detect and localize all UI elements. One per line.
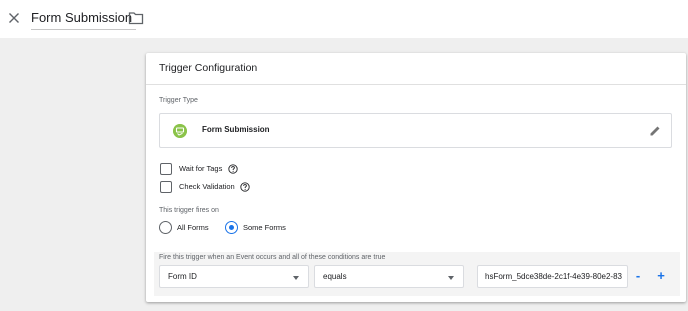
wait-for-tags-label: Wait for Tags — [179, 164, 223, 173]
variable-select[interactable]: Form ID — [159, 265, 309, 288]
trigger-type-selector[interactable]: Form Submission — [159, 113, 672, 148]
variable-select-value: Form ID — [168, 272, 197, 281]
trigger-configuration-card: Trigger Configuration Trigger Type Form … — [146, 53, 686, 302]
trigger-type-label: Trigger Type — [159, 97, 198, 104]
help-icon[interactable] — [228, 164, 238, 174]
some-forms-label: Some Forms — [243, 223, 286, 232]
operator-select-value: equals — [323, 272, 347, 281]
chevron-down-icon — [448, 276, 454, 280]
check-validation-checkbox[interactable] — [160, 181, 172, 193]
fires-on-label: This trigger fires on — [159, 207, 219, 214]
all-forms-radio[interactable] — [159, 221, 172, 234]
condition-value-input[interactable] — [478, 266, 627, 287]
condition-label: Fire this trigger when an Event occurs a… — [159, 254, 386, 261]
condition-section: Fire this trigger when an Event occurs a… — [154, 252, 680, 296]
pencil-icon[interactable] — [649, 125, 661, 137]
add-condition-button[interactable]: + — [653, 267, 669, 285]
remove-condition-button[interactable]: - — [630, 267, 646, 285]
check-validation-option[interactable]: Check Validation — [160, 181, 260, 195]
operator-select[interactable]: equals — [314, 265, 464, 288]
condition-value-field[interactable] — [477, 265, 628, 288]
card-header: Trigger Configuration — [146, 53, 686, 85]
some-forms-option[interactable]: Some Forms — [225, 221, 295, 235]
some-forms-radio[interactable] — [225, 221, 238, 234]
page-title[interactable]: Form Submission — [31, 10, 132, 25]
chevron-down-icon — [293, 276, 299, 280]
wait-for-tags-checkbox[interactable] — [160, 163, 172, 175]
title-field[interactable]: Form Submission — [31, 7, 137, 30]
top-bar: Form Submission — [0, 0, 688, 38]
folder-icon[interactable] — [128, 11, 144, 25]
card-title: Trigger Configuration — [159, 62, 258, 74]
trigger-type-name: Form Submission — [202, 125, 270, 134]
check-validation-label: Check Validation — [179, 182, 235, 191]
close-icon[interactable] — [6, 10, 22, 26]
all-forms-option[interactable]: All Forms — [159, 221, 219, 235]
all-forms-label: All Forms — [177, 223, 209, 232]
wait-for-tags-option[interactable]: Wait for Tags — [160, 163, 250, 177]
form-submission-icon — [173, 124, 187, 138]
help-icon[interactable] — [240, 182, 250, 192]
